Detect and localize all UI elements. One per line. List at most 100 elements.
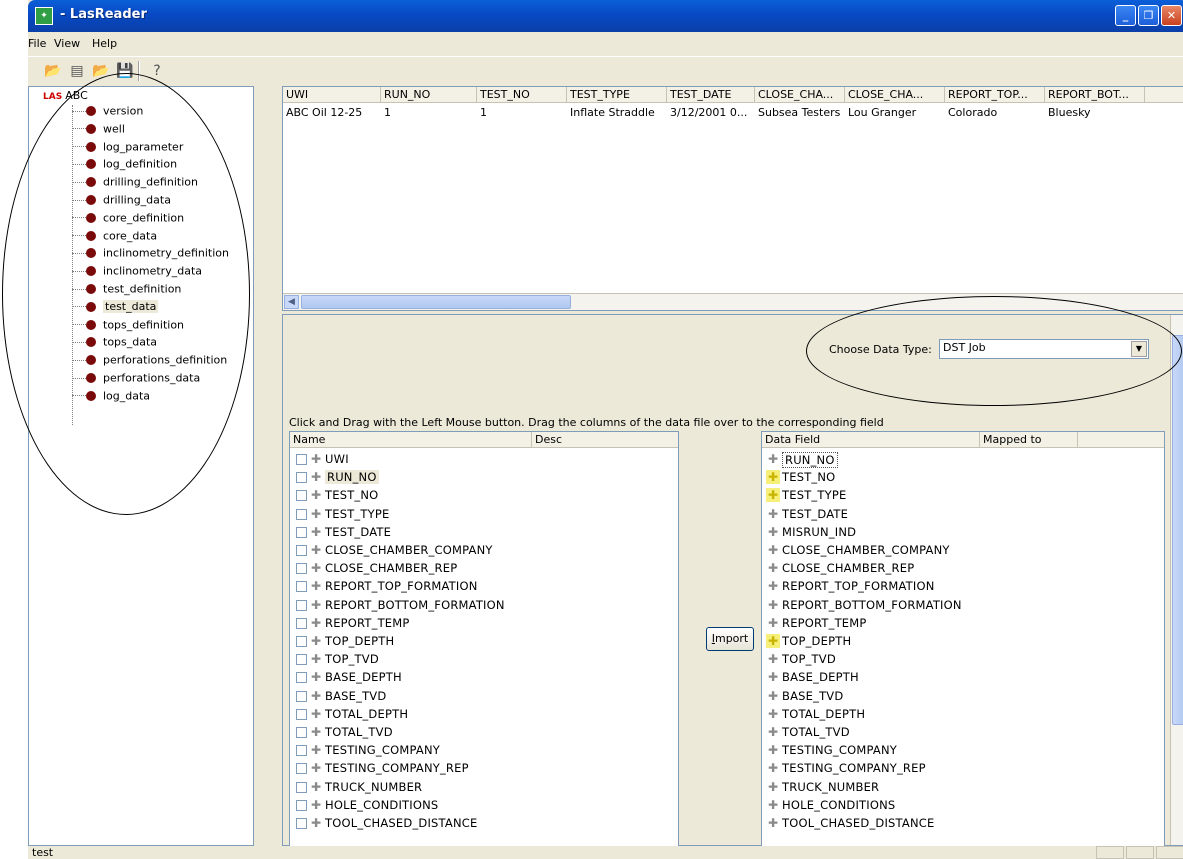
save-icon[interactable]: 💾 (114, 60, 136, 82)
open-folder-icon[interactable]: 📂 (42, 60, 64, 82)
data-field-row[interactable]: ✚ TESTING_COMPANY (762, 741, 1164, 759)
tree-item-core-definition[interactable]: core_definition (72, 211, 184, 228)
data-field-row[interactable]: ✚ TESTING_COMPANY_REP (762, 759, 1164, 777)
tree-item-version[interactable]: version (72, 104, 143, 121)
data-field-row[interactable]: ✚ CLOSE_CHAMBER_COMPANY (762, 541, 1164, 559)
tree-item-test-data[interactable]: test_data (72, 300, 159, 317)
source-columns-list[interactable]: Name Desc ✚ UWI ✚ RUN_NO ✚ TEST_NO ✚ TEST_TYPE ✚… (289, 431, 679, 847)
scrollbar-thumb[interactable] (1172, 335, 1183, 725)
data-field-row[interactable]: ✚ MISRUN_IND (762, 523, 1164, 541)
data-field-row[interactable]: ✚ TRUCK_NUMBER (762, 778, 1164, 796)
row-checkbox[interactable] (296, 727, 307, 738)
tree-item-drilling-data[interactable]: drilling_data (72, 193, 171, 210)
row-checkbox[interactable] (296, 508, 307, 520)
scroll-left-arrow[interactable]: ◀ (284, 295, 299, 309)
header-name[interactable]: Name (290, 432, 532, 448)
row-checkbox[interactable] (296, 545, 307, 556)
header-desc[interactable]: Desc (532, 432, 678, 448)
menu-file[interactable]: File (28, 37, 46, 50)
source-column-row[interactable]: ✚ TESTING_COMPANY_REP (290, 759, 678, 777)
data-field-row[interactable]: ✚ HOLE_CONDITIONS (762, 796, 1164, 814)
tree-item-log-parameter[interactable]: log_parameter (72, 140, 183, 157)
data-field-row[interactable]: ✚ CLOSE_CHAMBER_REP (762, 559, 1164, 577)
chevron-down-icon[interactable]: ▼ (1131, 341, 1147, 357)
source-column-row[interactable]: ✚ REPORT_TOP_FORMATION (290, 577, 678, 595)
row-checkbox[interactable] (296, 672, 307, 684)
row-checkbox[interactable] (296, 799, 307, 811)
data-field-row[interactable]: ✚ RUN_NO (762, 450, 1164, 468)
data-field-row[interactable]: ✚ TOTAL_DEPTH (762, 705, 1164, 723)
import-button[interactable]: Import (706, 627, 754, 651)
source-column-row[interactable]: ✚ TOP_DEPTH (290, 632, 678, 650)
source-column-row[interactable]: ✚ TEST_TYPE (290, 505, 678, 523)
tree-item-log-data[interactable]: log_data (72, 389, 150, 406)
row-checkbox[interactable] (296, 490, 307, 502)
menu-view[interactable]: View (54, 37, 80, 50)
grid-column-header[interactable]: REPORT_BOT... (1045, 87, 1145, 103)
grid-cell[interactable]: Lou Granger (845, 105, 945, 120)
source-column-row[interactable]: ✚ TOP_TVD (290, 650, 678, 668)
tree-item-tops-data[interactable]: tops_data (72, 335, 157, 352)
source-column-row[interactable]: ✚ BASE_TVD (290, 687, 678, 705)
data-field-row[interactable]: ✚ BASE_TVD (762, 687, 1164, 705)
tree-item-inclinometry-data[interactable]: inclinometry_data (72, 264, 202, 281)
source-column-row[interactable]: ✚ TRUCK_NUMBER (290, 778, 678, 796)
grid-cell[interactable]: 1 (381, 105, 477, 120)
data-type-select[interactable]: DST Job ▼ (939, 339, 1149, 359)
tree-item-well[interactable]: well (72, 122, 125, 139)
row-checkbox[interactable] (296, 763, 307, 775)
row-checkbox[interactable] (296, 617, 307, 629)
minimize-button[interactable]: _ (1115, 5, 1136, 26)
data-field-row[interactable]: ✚ TEST_NO (762, 468, 1164, 486)
row-checkbox[interactable] (296, 472, 307, 484)
row-checkbox[interactable] (296, 745, 307, 757)
grid-column-header[interactable]: RUN_NO (381, 87, 477, 103)
row-checkbox[interactable] (296, 708, 307, 720)
tree-item-log-definition[interactable]: log_definition (72, 157, 177, 174)
title-bar[interactable]: ✦ - LasReader _ ❐ ✕ (28, 0, 1183, 32)
data-field-row[interactable]: ✚ TOP_TVD (762, 650, 1164, 668)
grid-column-header[interactable]: CLOSE_CHA... (755, 87, 845, 103)
horizontal-scrollbar[interactable]: ◀ (283, 293, 1183, 310)
source-column-row[interactable]: ✚ TOTAL_TVD (290, 723, 678, 741)
vertical-scrollbar[interactable] (1170, 315, 1183, 845)
tree-item-test-definition[interactable]: test_definition (72, 282, 181, 299)
header-data-field[interactable]: Data Field (762, 432, 980, 448)
grid-cell[interactable]: Inflate Straddle (567, 105, 667, 120)
tree-item-tops-definition[interactable]: tops_definition (72, 318, 184, 335)
grid-cell[interactable]: Subsea Testers (755, 105, 845, 120)
data-field-row[interactable]: ✚ REPORT_TOP_FORMATION (762, 577, 1164, 595)
grid-cell[interactable]: Colorado (945, 105, 1045, 120)
data-field-row[interactable]: ✚ TOOL_CHASED_DISTANCE (762, 814, 1164, 832)
data-field-row[interactable]: ✚ REPORT_BOTTOM_FORMATION (762, 596, 1164, 614)
data-field-row[interactable]: ✚ TEST_DATE (762, 505, 1164, 523)
open-file-icon[interactable]: 📂 (90, 60, 112, 82)
grid-column-header[interactable]: REPORT_TOP... (945, 87, 1045, 103)
source-column-row[interactable]: ✚ TOTAL_DEPTH (290, 705, 678, 723)
row-checkbox[interactable] (296, 636, 307, 647)
source-column-row[interactable]: ✚ UWI (290, 450, 678, 468)
tree-root[interactable]: LAS ABC (43, 89, 88, 103)
menu-help[interactable]: Help (92, 37, 117, 50)
tree-item-perforations-data[interactable]: perforations_data (72, 371, 200, 388)
row-checkbox[interactable] (296, 599, 307, 611)
row-checkbox[interactable] (296, 818, 307, 829)
row-checkbox[interactable] (296, 781, 307, 793)
row-checkbox[interactable] (296, 454, 307, 465)
grid-cell[interactable]: 1 (477, 105, 567, 120)
source-column-row[interactable]: ✚ TEST_DATE (290, 523, 678, 541)
data-grid[interactable]: UWI RUN_NO TEST_NO TEST_TYPE TEST_DATE CLOSE_… (282, 86, 1183, 311)
grid-column-header[interactable]: TEST_NO (477, 87, 567, 103)
data-field-row[interactable]: ✚ BASE_DEPTH (762, 668, 1164, 686)
grid-column-header[interactable]: UWI (283, 87, 381, 103)
source-column-row[interactable]: ✚ CLOSE_CHAMBER_COMPANY (290, 541, 678, 559)
source-column-row[interactable]: ✚ CLOSE_CHAMBER_REP (290, 559, 678, 577)
source-column-row[interactable]: ✚ RUN_NO (290, 468, 678, 486)
row-checkbox[interactable] (296, 526, 307, 538)
source-column-row[interactable]: ✚ REPORT_BOTTOM_FORMATION (290, 596, 678, 614)
data-field-row[interactable]: ✚ TOTAL_TVD (762, 723, 1164, 741)
grid-cell[interactable]: 3/12/2001 0... (667, 105, 755, 120)
scrollbar-thumb[interactable] (301, 295, 571, 309)
source-column-row[interactable]: ✚ TESTING_COMPANY (290, 741, 678, 759)
grid-column-header[interactable]: CLOSE_CHA... (845, 87, 945, 103)
